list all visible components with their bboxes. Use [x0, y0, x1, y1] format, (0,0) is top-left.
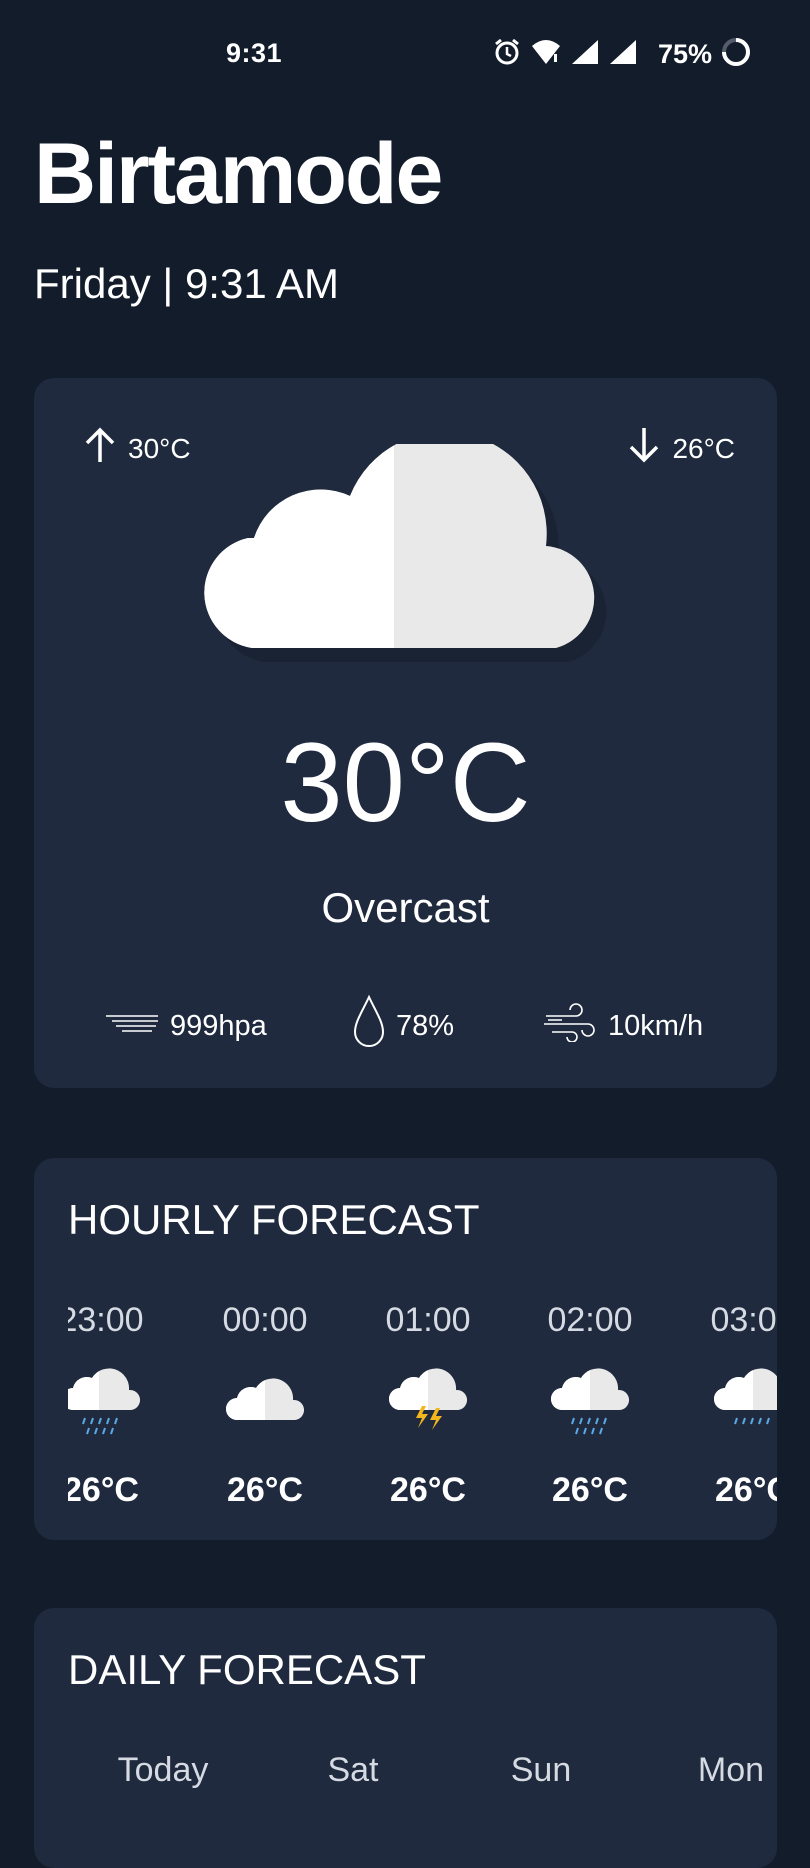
high-temp-value: 30°C: [128, 432, 191, 464]
status-icons: 75%: [492, 36, 752, 72]
current-weather-card: 30°C 26°C 30°C Overcast 999hpa 78% 10km/…: [34, 378, 777, 1088]
low-temp-value: 26°C: [672, 432, 735, 464]
hourly-forecast-card[interactable]: HOURLY FORECAST 23:00 26°C 00:00: [34, 1158, 777, 1540]
hourly-item[interactable]: 01:00 26°C: [373, 1300, 483, 1520]
city-name: Birtamode: [34, 126, 443, 222]
daily-item-day[interactable]: Sat: [258, 1750, 448, 1790]
rain-cloud-icon: [550, 1366, 630, 1443]
daily-forecast-card[interactable]: DAILY FORECAST Today Sat Sun Mon: [34, 1608, 777, 1868]
pressure-value: 999hpa: [170, 1009, 267, 1042]
hour-time: 00:00: [222, 1301, 308, 1339]
pressure-icon: [104, 1010, 160, 1043]
thunder-cloud-icon: [388, 1366, 468, 1443]
hour-temp: 26°C: [552, 1471, 628, 1509]
cloud-icon: [225, 1366, 305, 1443]
arrow-down-icon: [626, 426, 662, 471]
daily-scroll[interactable]: Today Sat Sun Mon: [68, 1750, 777, 1810]
wifi-icon: [530, 38, 562, 71]
hour-temp: 26°C: [715, 1471, 777, 1509]
humidity-stat: 78%: [352, 994, 455, 1058]
signal-icon: [608, 38, 638, 71]
battery-percent: 75%: [658, 38, 713, 69]
hourly-item[interactable]: 23:00 26°C: [68, 1300, 156, 1520]
daily-forecast-title: DAILY FORECAST: [68, 1646, 426, 1693]
current-temperature: 30°C: [280, 720, 531, 845]
status-bar: 9:31 75%: [0, 0, 810, 108]
hourly-item[interactable]: 02:00 26°C: [535, 1300, 645, 1520]
battery-ring-icon: [720, 36, 752, 73]
status-time: 9:31: [226, 38, 283, 68]
pressure-stat: 999hpa: [104, 996, 267, 1056]
hourly-scroll[interactable]: 23:00 26°C 00:00 26°C: [68, 1300, 777, 1520]
humidity-value: 78%: [396, 1009, 455, 1042]
hourly-forecast-title: HOURLY FORECAST: [68, 1196, 480, 1243]
daily-item-day[interactable]: Today: [68, 1750, 258, 1790]
hour-time: 03:00: [710, 1301, 777, 1339]
droplet-icon: [352, 994, 386, 1058]
alarm-icon: [492, 37, 522, 72]
wind-value: 10km/h: [608, 1009, 704, 1042]
hour-time: 23:00: [68, 1301, 144, 1339]
hour-time: 02:00: [547, 1301, 633, 1339]
signal-icon: [570, 38, 600, 71]
hour-temp: 26°C: [68, 1471, 139, 1509]
hour-temp: 26°C: [227, 1471, 303, 1509]
weather-stats: 999hpa 78% 10km/h: [34, 994, 777, 1058]
rain-cloud-icon: [713, 1366, 777, 1443]
hour-time: 01:00: [385, 1301, 471, 1339]
wind-stat: 10km/h: [542, 996, 703, 1056]
weather-condition: Overcast: [321, 884, 490, 931]
low-temp: 26°C: [626, 426, 735, 471]
hourly-item[interactable]: 00:00 26°C: [210, 1300, 320, 1520]
arrow-up-icon: [82, 426, 118, 471]
high-temp: 30°C: [82, 426, 191, 471]
daily-item-day[interactable]: Sun: [446, 1750, 636, 1790]
current-datetime: Friday | 9:31 AM: [34, 260, 340, 307]
wind-icon: [542, 1002, 598, 1050]
hour-temp: 26°C: [390, 1471, 466, 1509]
rain-cloud-icon: [68, 1366, 141, 1443]
cloud-icon: [190, 431, 620, 699]
daily-item-day[interactable]: Mon: [636, 1750, 777, 1790]
hourly-item[interactable]: 03:00 26°C: [698, 1300, 777, 1520]
